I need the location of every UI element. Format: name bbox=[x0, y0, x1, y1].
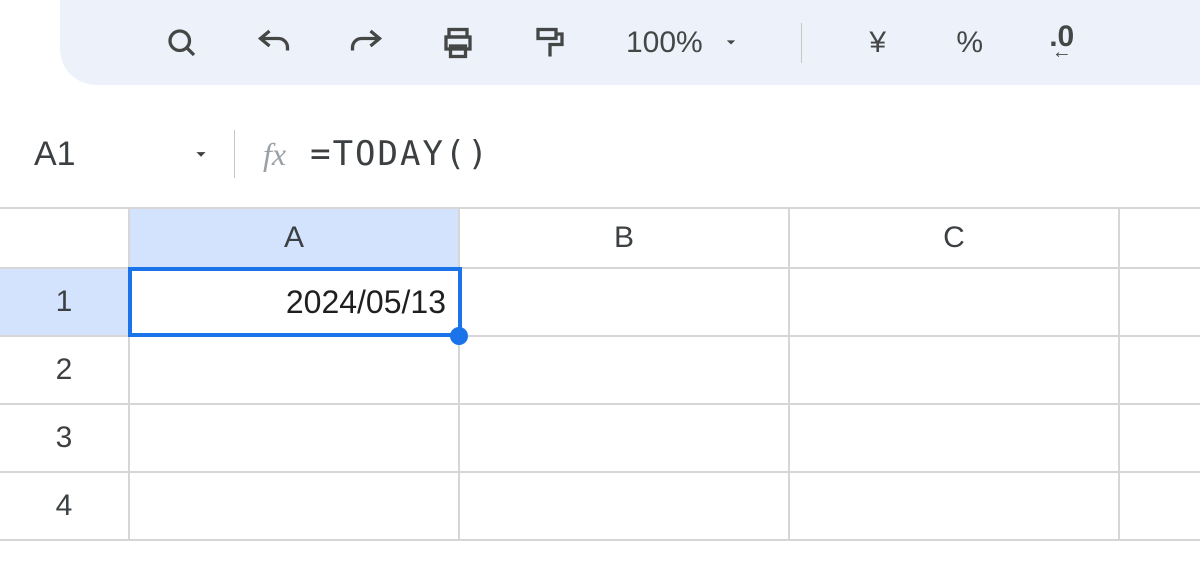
cell-A4[interactable] bbox=[130, 473, 460, 539]
cell-C1[interactable] bbox=[790, 269, 1120, 335]
print-icon[interactable] bbox=[436, 21, 480, 65]
row-2: 2 bbox=[0, 337, 1200, 405]
cell-B2[interactable] bbox=[460, 337, 790, 403]
row-4: 4 bbox=[0, 473, 1200, 541]
cell-B3[interactable] bbox=[460, 405, 790, 471]
cell-C3[interactable] bbox=[790, 405, 1120, 471]
row-header-4[interactable]: 4 bbox=[0, 473, 130, 539]
name-box[interactable]: A1 bbox=[34, 135, 234, 174]
percent-format-button[interactable]: % bbox=[948, 26, 992, 60]
row-3: 3 bbox=[0, 405, 1200, 473]
grid: A B C 1 2024/05/13 2 3 4 bbox=[0, 207, 1200, 541]
caret-down-icon bbox=[721, 26, 741, 60]
fx-label: fx bbox=[263, 136, 286, 173]
arrow-left-icon: ← bbox=[1052, 45, 1072, 59]
selection-handle[interactable] bbox=[450, 327, 468, 345]
row-1: 1 2024/05/13 bbox=[0, 269, 1200, 337]
cell-A3[interactable] bbox=[130, 405, 460, 471]
formula-bar-row: A1 fx =TODAY() bbox=[0, 115, 1200, 193]
cell-B4[interactable] bbox=[460, 473, 790, 539]
cell-A2[interactable] bbox=[130, 337, 460, 403]
toolbar: 100% ¥ % .0 ← bbox=[60, 0, 1200, 85]
column-header-B[interactable]: B bbox=[460, 209, 790, 267]
redo-icon[interactable] bbox=[344, 21, 388, 65]
search-icon[interactable] bbox=[160, 21, 204, 65]
row-header-3[interactable]: 3 bbox=[0, 405, 130, 471]
toolbar-divider bbox=[801, 23, 802, 63]
row-header-1[interactable]: 1 bbox=[0, 269, 130, 335]
column-headers: A B C bbox=[0, 207, 1200, 269]
cell-B1[interactable] bbox=[460, 269, 790, 335]
undo-icon[interactable] bbox=[252, 21, 296, 65]
currency-format-button[interactable]: ¥ bbox=[856, 26, 900, 60]
caret-down-icon bbox=[190, 135, 212, 174]
cell-value: 2024/05/13 bbox=[286, 284, 446, 321]
decrease-decimal-button[interactable]: .0 ← bbox=[1040, 26, 1084, 59]
formula-bar-divider bbox=[234, 130, 235, 178]
zoom-dropdown[interactable]: 100% bbox=[620, 26, 747, 60]
select-all-corner[interactable] bbox=[0, 209, 130, 267]
cell-A1[interactable]: 2024/05/13 bbox=[130, 269, 460, 335]
cell-C2[interactable] bbox=[790, 337, 1120, 403]
zoom-value: 100% bbox=[626, 26, 703, 60]
column-header-C[interactable]: C bbox=[790, 209, 1120, 267]
cell-C4[interactable] bbox=[790, 473, 1120, 539]
paint-format-icon[interactable] bbox=[528, 21, 572, 65]
row-header-2[interactable]: 2 bbox=[0, 337, 130, 403]
column-header-A[interactable]: A bbox=[130, 209, 460, 267]
name-box-value: A1 bbox=[34, 135, 76, 174]
formula-input[interactable]: =TODAY() bbox=[310, 134, 490, 174]
